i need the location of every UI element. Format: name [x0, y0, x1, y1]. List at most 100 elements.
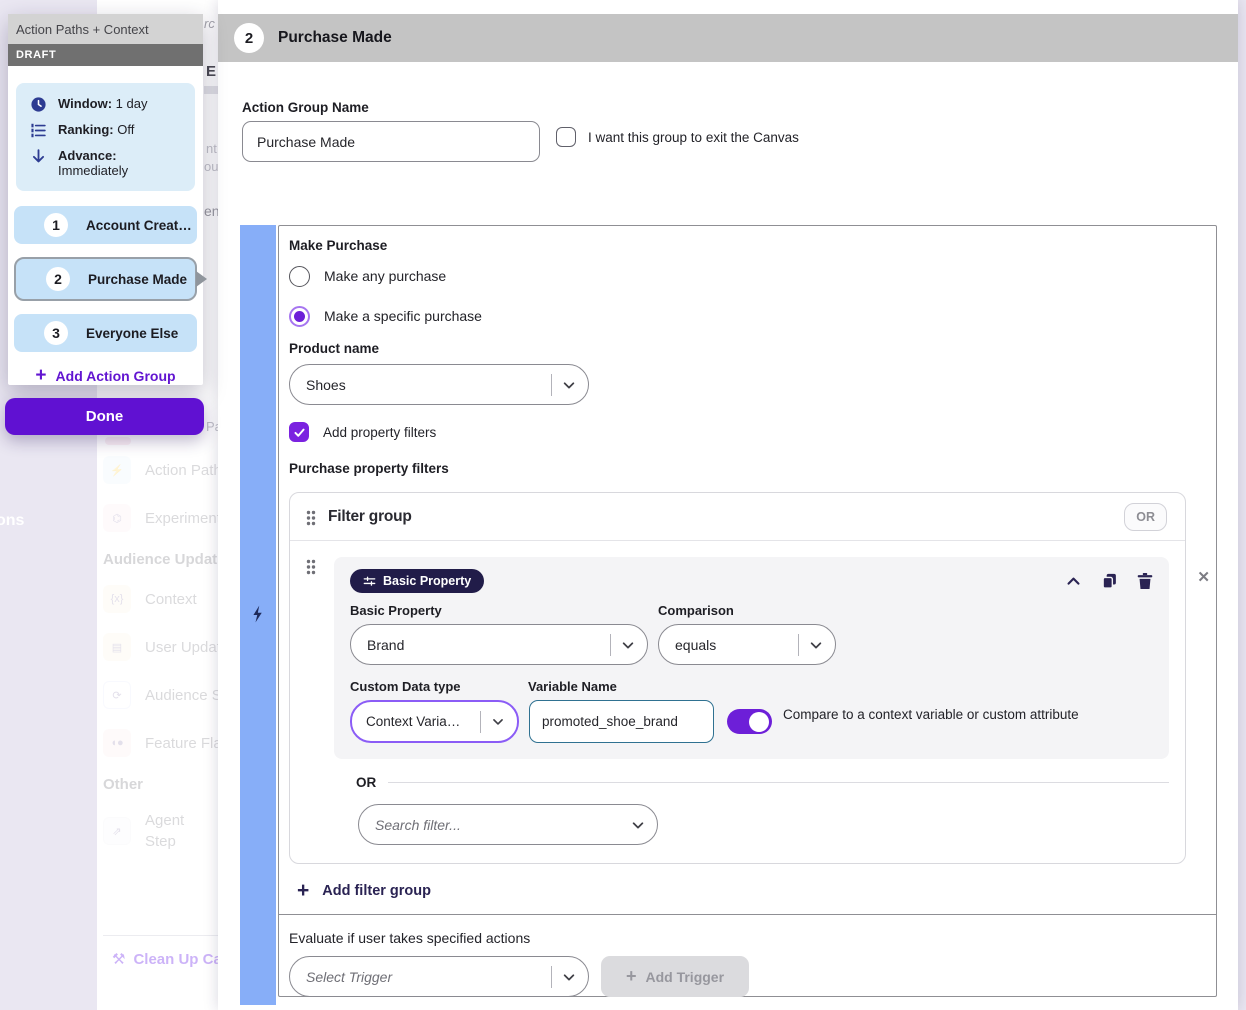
chevron-down-icon	[562, 970, 576, 984]
sidebar-item-agent-step: ⇗ Agent Step	[103, 809, 218, 853]
selected-pointer	[196, 271, 207, 287]
add-property-filters-row[interactable]: Add property filters	[289, 422, 1186, 442]
basic-property-chip: Basic Property	[350, 569, 484, 593]
broom-icon: ⚒	[112, 950, 125, 968]
ranking-icon	[30, 122, 47, 139]
product-name-select[interactable]: Shoes	[289, 364, 589, 405]
delete-filter-button[interactable]	[1137, 572, 1153, 590]
divider	[551, 374, 552, 396]
divider	[798, 634, 799, 656]
action-group-list: 1 Account Creat… 2 Purchase Made 3 Every…	[14, 206, 197, 352]
copy-icon	[1101, 572, 1118, 590]
specific-purchase-radio[interactable]	[289, 306, 310, 327]
chevron-down-icon	[809, 638, 823, 652]
any-purchase-radio[interactable]	[289, 266, 310, 287]
sync-icon: ⟳	[103, 681, 131, 709]
component-rail	[240, 225, 276, 1005]
background-sidebar-items: ⚡ Action Path ⌬ Experiment Audience Upda…	[103, 455, 218, 871]
advance-setting: Advance:Immediately	[30, 148, 185, 178]
flask-icon: ⌬	[103, 504, 131, 532]
plus-icon: +	[35, 368, 46, 384]
action-group-item-3[interactable]: 3 Everyone Else	[14, 314, 197, 352]
specific-purchase-label: Make a specific purchase	[324, 308, 482, 324]
canvas-editor-page: ⚡ Action Path ⌬ Experiment Audience Upda…	[0, 0, 1246, 1010]
collapse-filter-button[interactable]	[1065, 573, 1082, 590]
add-property-filters-checkbox[interactable]	[289, 422, 309, 442]
window-setting: Window: 1 day	[30, 96, 185, 113]
text-fragment: ou	[204, 159, 218, 174]
clean-up-canvas-link: ⚒ Clean Up Ca	[112, 950, 222, 968]
drag-handle-icon[interactable]	[306, 559, 316, 575]
sidebar-item-audience-sync: ⟳ Audience Sy	[103, 680, 218, 710]
chevron-down-icon	[491, 715, 505, 728]
radio-row-any-purchase[interactable]: Make any purchase	[289, 263, 1186, 289]
filter-group-title: Filter group	[328, 508, 412, 526]
duplicate-filter-button[interactable]	[1101, 572, 1118, 590]
add-property-filters-label: Add property filters	[323, 425, 436, 440]
make-purchase-label: Make Purchase	[289, 238, 1186, 253]
exit-canvas-checkbox[interactable]	[556, 127, 576, 147]
comparison-select[interactable]: equals	[658, 624, 836, 665]
select-trigger-dropdown[interactable]: Select Trigger	[289, 956, 589, 997]
text-fragment: rc	[204, 16, 215, 31]
context-variable-toggle[interactable]	[727, 709, 772, 734]
sidebar-header-audience-updates: Audience Updat	[103, 551, 218, 568]
step-number-badge: 2	[234, 23, 264, 53]
custom-data-type-label: Custom Data type	[350, 679, 528, 694]
done-button[interactable]: Done	[5, 398, 204, 435]
action-group-item-2-selected[interactable]: 2 Purchase Made	[14, 257, 197, 301]
action-group-item-1[interactable]: 1 Account Creat…	[14, 206, 197, 244]
chevron-down-icon	[562, 378, 576, 392]
ranking-setting: Ranking: Off	[30, 122, 185, 139]
clock-icon	[30, 96, 47, 113]
dialog-header: 2 Purchase Made	[218, 14, 1238, 62]
lightning-bolt-icon	[248, 603, 268, 625]
or-operator-badge[interactable]: OR	[1124, 503, 1167, 531]
trigger-section: Evaluate if user takes specified actions…	[279, 914, 1216, 1010]
purchase-property-filters-heading: Purchase property filters	[289, 461, 1186, 476]
sidebar-header-other: Other	[103, 776, 218, 793]
filter-group-card: Filter group OR	[289, 492, 1186, 864]
evaluate-actions-label: Evaluate if user takes specified actions	[289, 930, 1186, 946]
variable-name-label: Variable Name	[528, 679, 617, 694]
text-fragment: nt	[206, 141, 217, 156]
context-variable-toggle-label: Compare to a context variable or custom …	[783, 706, 1079, 724]
sidebar-item-experiment: ⌬ Experiment	[103, 503, 218, 533]
draft-status-badge: DRAFT	[8, 44, 203, 66]
action-group-name-input[interactable]	[242, 121, 540, 162]
drag-handle-icon[interactable]	[306, 510, 316, 526]
divider	[610, 634, 611, 656]
lightning-icon: ⚡	[103, 456, 131, 484]
plus-icon: +	[297, 882, 309, 900]
divider	[103, 935, 218, 936]
radio-row-specific-purchase[interactable]: Make a specific purchase	[289, 303, 1186, 329]
settings-summary-box: Window: 1 day Ranking: Off Advance:Immed…	[16, 83, 195, 191]
variable-name-input[interactable]	[529, 700, 714, 743]
comparison-field-label: Comparison	[658, 603, 836, 618]
filter-group-header: Filter group OR	[290, 493, 1185, 541]
basic-property-field-label: Basic Property	[350, 603, 658, 618]
id-card-icon: ▤	[103, 633, 131, 661]
action-paths-overlay-panel: Action Paths + Context DRAFT Window: 1 d…	[8, 14, 203, 385]
sidebar-item-context: {x} Context	[103, 584, 218, 614]
search-filter-select[interactable]: Search filter...	[358, 804, 658, 845]
action-group-name-label: Action Group Name	[242, 100, 369, 115]
divider	[551, 966, 552, 988]
action-group-dialog: 2 Purchase Made Action Group Name I want…	[218, 0, 1238, 1010]
close-icon: ✕	[1197, 569, 1210, 586]
add-filter-group-button[interactable]: + Add filter group	[297, 882, 1186, 900]
action-group-config-section: Make Purchase Make any purchase Make a s…	[240, 225, 1213, 1005]
basic-property-select[interactable]: Brand	[350, 624, 648, 665]
trash-icon	[1137, 572, 1153, 590]
sidebar-item-feature-flag: ◖● Feature Flag	[103, 728, 218, 758]
or-divider: OR	[350, 775, 1169, 790]
check-icon	[293, 426, 306, 439]
context-braces-icon: {x}	[103, 585, 131, 613]
add-trigger-button: + Add Trigger	[601, 956, 749, 997]
remove-filter-group-button[interactable]: ✕	[1197, 568, 1210, 586]
divider-line	[388, 782, 1169, 783]
add-action-group-button[interactable]: + Add Action Group	[8, 368, 203, 384]
partial-actions-label: ons	[0, 512, 24, 530]
sidebar-item-action-path: ⚡ Action Path	[103, 455, 218, 485]
custom-data-type-select[interactable]: Context Varia…	[350, 700, 519, 743]
